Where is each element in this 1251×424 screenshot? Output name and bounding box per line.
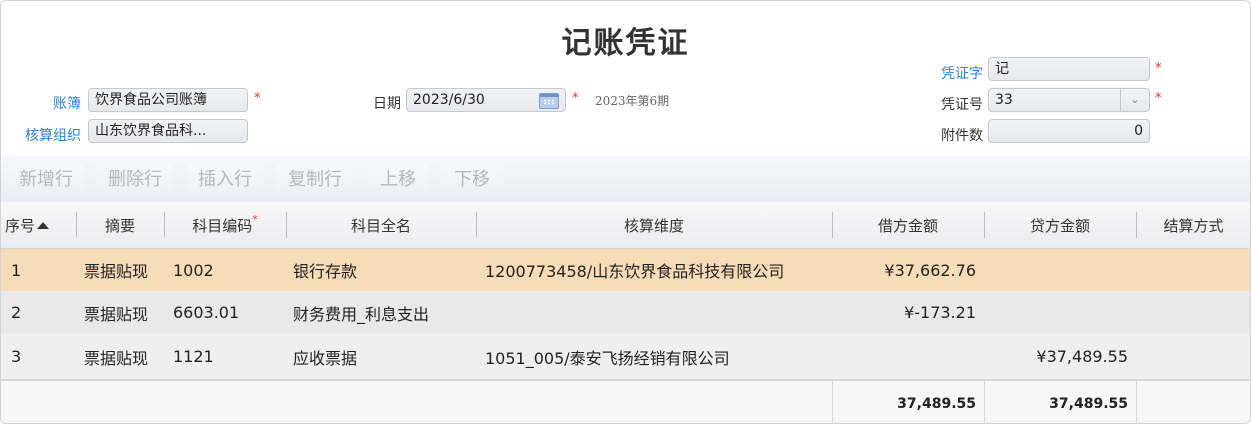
chevron-down-icon[interactable]: ⌄ <box>1120 89 1149 111</box>
cell-dimension[interactable]: 1200773458/山东饮界食品科技有限公司 <box>485 249 784 291</box>
cell-dimension[interactable]: 1051_005/泰安飞扬经销有限公司 <box>485 334 730 379</box>
cell-seq: 1 <box>11 260 22 280</box>
cell-summary[interactable]: 票据贴现 <box>84 291 148 334</box>
col-credit[interactable]: 贷方金额 <box>985 202 1135 248</box>
org-field[interactable]: 山东饮界食品科... <box>88 119 248 143</box>
col-dimension[interactable]: 核算维度 <box>477 202 831 248</box>
table-row[interactable]: 1 票据贴现 1002 银行存款 1200773458/山东饮界食品科技有限公司… <box>1 249 1250 291</box>
cell-account-code[interactable]: 6603.01 <box>173 291 239 334</box>
cell-credit[interactable] <box>985 249 1128 291</box>
total-credit: 37,489.55 <box>1049 395 1128 412</box>
calendar-icon[interactable] <box>539 93 559 109</box>
cell-summary[interactable]: 票据贴现 <box>84 249 148 291</box>
voucher-window: 记账凭证 账簿 饮界食品公司账簿 * 核算组织 山东饮界食品科... 日期 20… <box>0 0 1251 424</box>
voucher-no-value: 33 <box>995 92 1013 108</box>
attach-label: 附件数 <box>941 128 983 144</box>
cell-seq: 3 <box>11 347 22 366</box>
cell-debit[interactable] <box>833 334 976 379</box>
move-up-button[interactable]: 上移 <box>367 163 429 197</box>
date-field[interactable]: 2023/6/30 <box>406 88 566 112</box>
ledger-field[interactable]: 饮界食品公司账簿 <box>88 88 248 112</box>
col-seq[interactable]: 序号 <box>1 202 79 248</box>
cell-credit[interactable] <box>985 291 1128 334</box>
voucher-no-field[interactable]: 33 ⌄ <box>988 88 1150 112</box>
totals-row: 37,489.55 37,489.55 <box>1 381 1250 423</box>
sort-asc-icon[interactable] <box>37 221 50 229</box>
move-down-button[interactable]: 下移 <box>441 163 503 197</box>
date-value: 2023/6/30 <box>413 92 485 108</box>
voucher-no-label: 凭证号 <box>941 97 983 113</box>
cell-account-name[interactable]: 应收票据 <box>293 334 357 379</box>
col-summary[interactable]: 摘要 <box>77 202 163 248</box>
ledger-label[interactable]: 账簿 <box>41 93 81 113</box>
voucher-word-required-mark: * <box>1155 61 1162 76</box>
cell-account-name[interactable]: 财务费用_利息支出 <box>293 291 429 334</box>
cell-seq: 2 <box>11 303 22 322</box>
col-account-code-required-mark: * <box>252 212 258 226</box>
insert-row-button[interactable]: 插入行 <box>187 163 263 197</box>
col-debit[interactable]: 借方金额 <box>833 202 983 248</box>
col-account-code[interactable]: 科目编码 * <box>165 202 285 248</box>
voucher-word-label[interactable]: 凭证字 <box>921 63 983 83</box>
page-title: 记账凭证 <box>561 26 690 61</box>
cell-account-code[interactable]: 1002 <box>173 249 214 291</box>
ledger-required-mark: * <box>254 91 261 106</box>
period-text: 2023年第6期 <box>595 94 670 108</box>
total-debit: 37,489.55 <box>897 395 976 412</box>
table-header: 序号 摘要 科目编码 * 科目全名 核算维度 借方金额 贷方金额 结算方式 <box>1 202 1250 249</box>
copy-row-button[interactable]: 复制行 <box>277 163 353 197</box>
cell-account-code[interactable]: 1121 <box>173 334 214 379</box>
voucher-no-required-mark: * <box>1155 91 1162 106</box>
voucher-word-field[interactable]: 记 <box>988 57 1150 81</box>
col-account-code-label: 科目编码 <box>192 216 253 235</box>
add-row-button[interactable]: 新增行 <box>9 163 83 197</box>
cell-debit[interactable]: ¥37,662.76 <box>833 249 976 291</box>
cell-debit[interactable]: ¥-173.21 <box>833 291 976 334</box>
col-seq-label: 序号 <box>5 216 36 235</box>
date-label: 日期 <box>373 96 401 112</box>
row-toolbar: 新增行 删除行 插入行 复制行 上移 下移 <box>1 156 1250 202</box>
table-row[interactable]: 2 票据贴现 6603.01 财务费用_利息支出 ¥-173.21 <box>1 291 1250 334</box>
cell-account-name[interactable]: 银行存款 <box>293 249 357 291</box>
cell-credit[interactable]: ¥37,489.55 <box>985 334 1128 379</box>
cell-summary[interactable]: 票据贴现 <box>84 334 148 379</box>
table-row[interactable]: 3 票据贴现 1121 应收票据 1051_005/泰安飞扬经销有限公司 ¥37… <box>1 334 1250 381</box>
col-account-name[interactable]: 科目全名 <box>287 202 475 248</box>
attach-field[interactable]: 0 <box>988 119 1150 143</box>
delete-row-button[interactable]: 删除行 <box>97 163 173 197</box>
col-settlement[interactable]: 结算方式 <box>1137 202 1250 248</box>
date-required-mark: * <box>572 91 579 106</box>
org-label[interactable]: 核算组织 <box>11 125 81 145</box>
